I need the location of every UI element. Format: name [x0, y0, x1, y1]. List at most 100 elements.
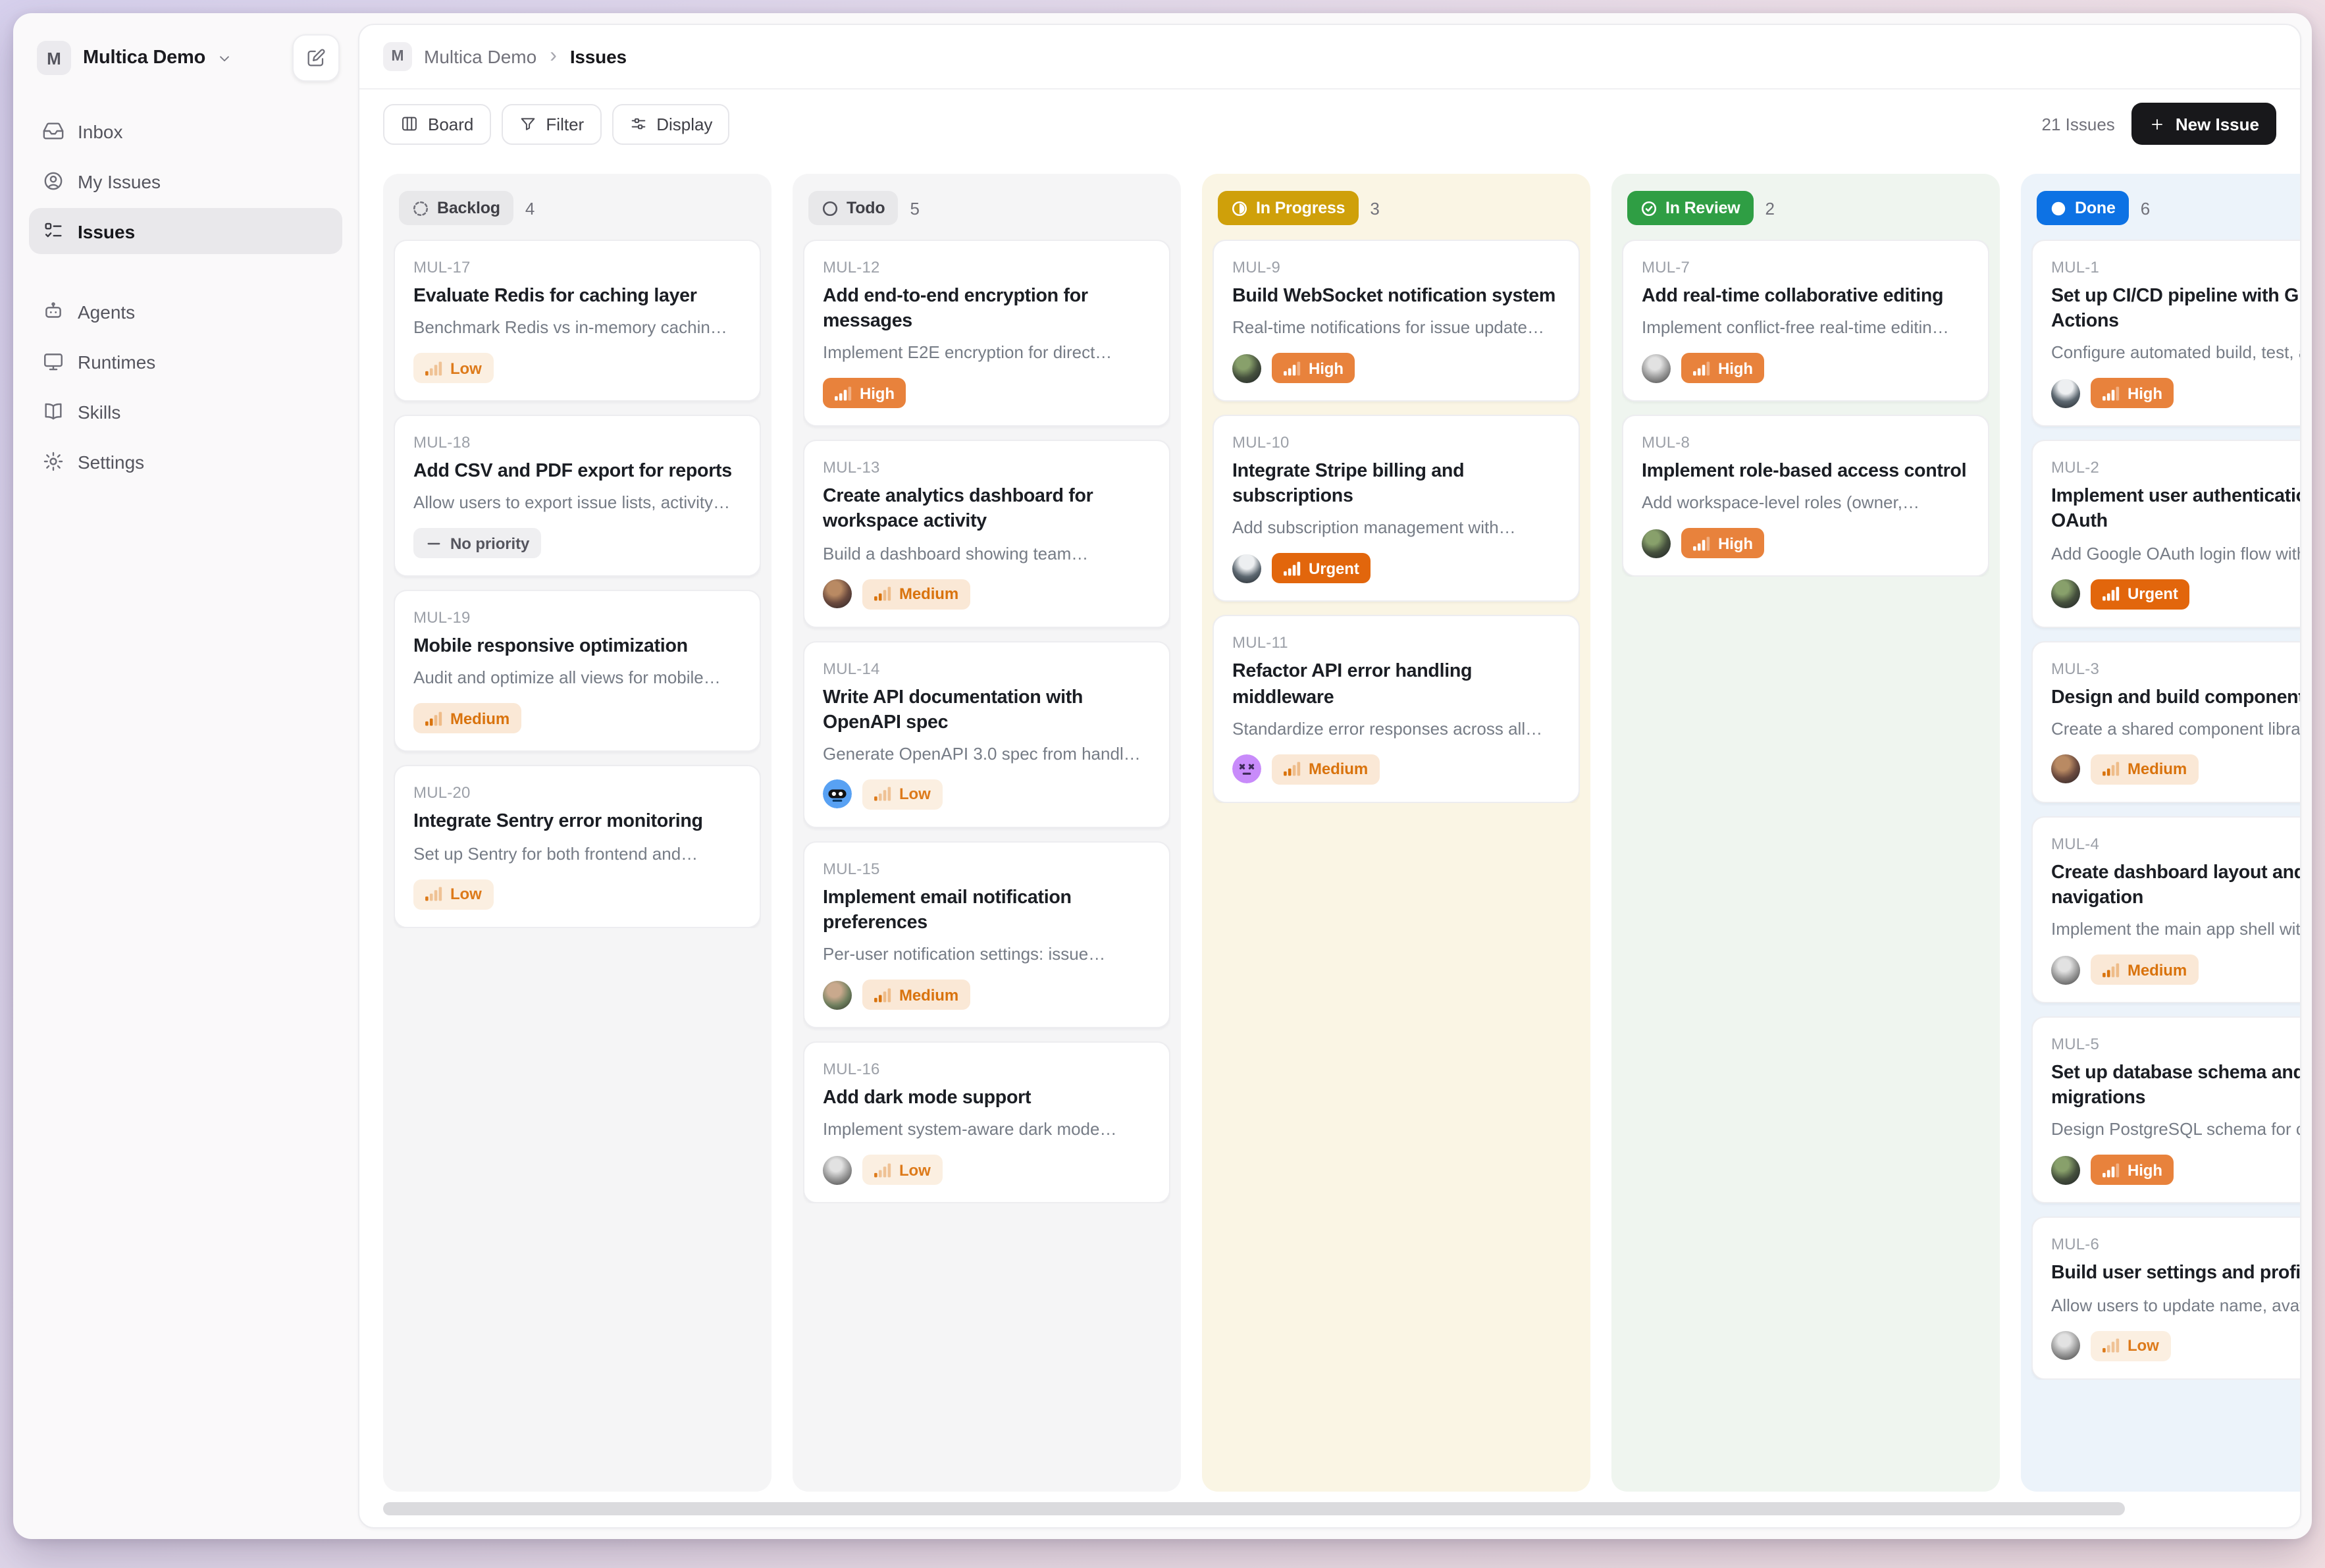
issue-card[interactable]: MUL-19 Mobile responsive optimization Au… — [394, 590, 761, 752]
ellipsis-icon — [1103, 198, 1122, 218]
plus-icon — [2149, 115, 2166, 132]
new-issue-button[interactable]: New Issue — [2132, 103, 2276, 145]
priority-bars-icon — [1284, 360, 1301, 376]
issue-card[interactable]: MUL-12 Add end-to-end encryption for mes… — [803, 240, 1170, 427]
board-view-button[interactable]: Board — [383, 103, 490, 144]
column-menu-button[interactable] — [1097, 192, 1128, 224]
breadcrumb-workspace[interactable]: Multica Demo — [424, 46, 536, 67]
display-button[interactable]: Display — [612, 103, 729, 144]
filter-button[interactable]: Filter — [501, 103, 601, 144]
half-circle-icon — [1231, 199, 1248, 217]
assignee-avatar — [823, 579, 852, 608]
issue-footer: Urgent — [1232, 554, 1560, 584]
issue-description: Create a shared component library base… — [2051, 719, 2300, 739]
issue-footer: High — [1642, 529, 1970, 559]
column-menu-button[interactable] — [1916, 192, 1947, 224]
priority-badge: Medium — [1272, 754, 1380, 785]
issue-card[interactable]: MUL-7 Add real-time collaborative editin… — [1622, 240, 1989, 402]
sidebar-item-inbox[interactable]: Inbox — [29, 108, 342, 154]
horizontal-scrollbar[interactable] — [383, 1502, 2276, 1515]
issue-footer: High — [2051, 379, 2300, 409]
board-column-done: Done 6 MUL-1 Set up CI/CD pipeline with … — [2021, 174, 2300, 1492]
issue-description: Build a dashboard showing team… — [823, 543, 1151, 563]
column-status-pill: Todo — [808, 191, 898, 225]
priority-bars-icon — [835, 386, 852, 402]
issue-card[interactable]: MUL-13 Create analytics dashboard for wo… — [803, 440, 1170, 628]
issue-id: MUL-2 — [2051, 459, 2300, 477]
column-cards: MUL-9 Build WebSocket notification syste… — [1213, 240, 1580, 803]
priority-label: High — [2128, 1161, 2162, 1180]
issue-card[interactable]: MUL-1 Set up CI/CD pipeline with GitHub … — [2031, 240, 2300, 427]
issue-footer: Low — [2051, 1330, 2300, 1361]
sidebar-item-agents[interactable]: Agents — [29, 288, 342, 334]
assignee-avatar — [823, 981, 852, 1010]
column-add-button[interactable] — [1950, 192, 1981, 224]
priority-bars-icon — [874, 787, 891, 802]
horizontal-scrollbar-thumb[interactable] — [383, 1502, 2125, 1515]
issue-count: 21 Issues — [2042, 114, 2115, 134]
issue-card[interactable]: MUL-16 Add dark mode support Implement s… — [803, 1042, 1170, 1204]
priority-bars-icon — [1284, 762, 1301, 777]
issue-id: MUL-6 — [2051, 1236, 2300, 1254]
issue-title: Integrate Sentry error monitoring — [413, 810, 741, 835]
issue-card[interactable]: MUL-14 Write API documentation with Open… — [803, 640, 1170, 828]
issue-card[interactable]: MUL-3 Design and build component library… — [2031, 640, 2300, 802]
sidebar-item-label: Runtimes — [78, 351, 155, 372]
sidebar-item-settings[interactable]: Settings — [29, 438, 342, 484]
column-label: In Progress — [1256, 199, 1345, 217]
issue-description: Implement E2E encryption for direct… — [823, 343, 1151, 363]
sidebar: M Multica Demo Inbox My Issues Issues Ag… — [13, 13, 358, 1539]
issue-card[interactable]: MUL-9 Build WebSocket notification syste… — [1213, 240, 1580, 402]
priority-label: High — [860, 384, 895, 403]
board-column-in-progress: In Progress 3 MUL-9 Build WebSocket noti… — [1202, 174, 1590, 1492]
priority-badge: High — [1681, 529, 1765, 559]
issue-title: Create analytics dashboard for workspace… — [823, 485, 1151, 536]
priority-label: High — [2128, 384, 2162, 403]
priority-badge: High — [1681, 353, 1765, 383]
priority-badge: Medium — [413, 704, 521, 734]
column-label: Todo — [847, 199, 885, 217]
issue-card[interactable]: MUL-6 Build user settings and profile pa… — [2031, 1217, 2300, 1379]
issue-description: Implement conflict-free real-time editin… — [1642, 317, 1970, 337]
monitor-icon — [42, 350, 65, 373]
issue-card[interactable]: MUL-11 Refactor API error handling middl… — [1213, 615, 1580, 803]
sidebar-item-my-issues[interactable]: My Issues — [29, 158, 342, 204]
issue-card[interactable]: MUL-8 Implement role-based access contro… — [1622, 415, 1989, 577]
column-status-pill: In Review — [1627, 191, 1754, 225]
workspace-switcher[interactable]: Multica Demo — [83, 47, 233, 68]
issue-card[interactable]: MUL-4 Create dashboard layout and naviga… — [2031, 816, 2300, 1004]
issue-card[interactable]: MUL-5 Set up database schema and migrati… — [2031, 1016, 2300, 1204]
priority-badge: Low — [2091, 1330, 2171, 1361]
issue-card[interactable]: MUL-15 Implement email notification pref… — [803, 841, 1170, 1029]
column-menu-button[interactable] — [1506, 192, 1538, 224]
issue-card[interactable]: MUL-18 Add CSV and PDF export for report… — [394, 415, 761, 577]
assignee-avatar — [2051, 1156, 2080, 1185]
sidebar-item-skills[interactable]: Skills — [29, 388, 342, 434]
issue-card[interactable]: MUL-20 Integrate Sentry error monitoring… — [394, 766, 761, 928]
issue-card[interactable]: MUL-2 Implement user authentication with… — [2031, 440, 2300, 628]
no-priority-dash-icon — [425, 536, 442, 552]
issue-title: Add end-to-end encryption for messages — [823, 284, 1151, 335]
issue-description: Generate OpenAPI 3.0 spec from handl… — [823, 744, 1151, 764]
column-add-button[interactable] — [721, 192, 753, 224]
main-panel: M Multica Demo › Issues Board Filter — [358, 24, 2301, 1529]
issue-description: Per-user notification settings: issue… — [823, 945, 1151, 964]
issue-footer: Low — [413, 353, 741, 383]
plus-icon — [1137, 198, 1157, 218]
issue-card[interactable]: MUL-10 Integrate Stripe billing and subs… — [1213, 415, 1580, 602]
issue-id: MUL-13 — [823, 459, 1151, 477]
column-add-button[interactable] — [1131, 192, 1162, 224]
column-actions — [1506, 192, 1572, 224]
column-menu-button[interactable] — [687, 192, 719, 224]
compose-button[interactable] — [292, 34, 340, 82]
sidebar-item-runtimes[interactable]: Runtimes — [29, 338, 342, 384]
column-add-button[interactable] — [1540, 192, 1572, 224]
sidebar-item-issues[interactable]: Issues — [29, 208, 342, 254]
issue-title: Add CSV and PDF export for reports — [413, 459, 741, 484]
priority-badge: No priority — [413, 529, 541, 559]
assignee-avatar — [2051, 379, 2080, 408]
issue-id: MUL-1 — [2051, 258, 2300, 276]
ellipsis-icon — [1921, 198, 1941, 218]
issue-card[interactable]: MUL-17 Evaluate Redis for caching layer … — [394, 240, 761, 402]
issue-footer: No priority — [413, 529, 741, 559]
